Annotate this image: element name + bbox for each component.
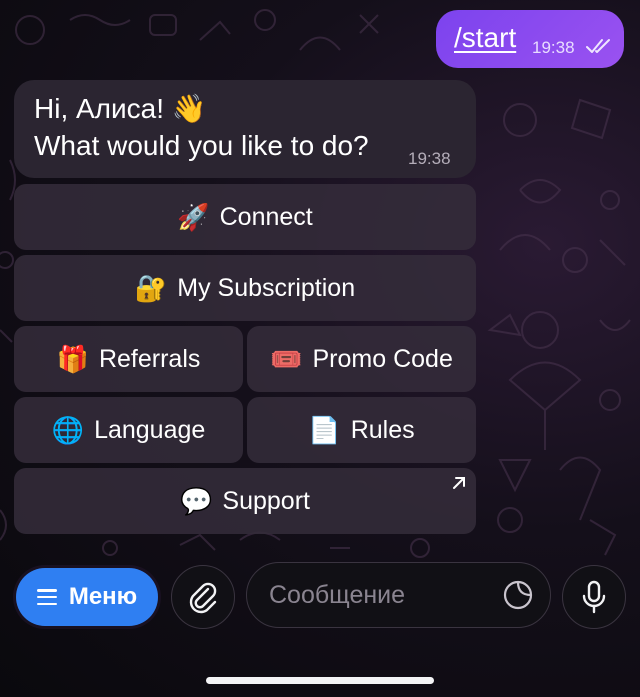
- gift-icon: 🎁: [56, 343, 89, 374]
- promo-code-label: Promo Code: [312, 344, 453, 373]
- language-label: Language: [94, 415, 206, 444]
- language-button[interactable]: 🌐 Language: [14, 397, 243, 463]
- my-subscription-label: My Subscription: [177, 273, 356, 302]
- home-indicator[interactable]: [206, 677, 434, 684]
- rocket-icon: 🚀: [177, 201, 210, 232]
- greeting-text: Hi, Алиса! 👋: [34, 93, 207, 124]
- paperclip-icon: [189, 582, 217, 614]
- microphone-icon: [582, 580, 606, 614]
- globe-icon: 🌐: [51, 414, 85, 445]
- connect-button[interactable]: 🚀 Connect: [14, 184, 476, 250]
- speech-bubble-icon: 💬: [180, 485, 213, 516]
- support-button[interactable]: 💬 Support: [14, 468, 476, 534]
- message-field[interactable]: [246, 562, 551, 628]
- sticker-icon[interactable]: [502, 579, 534, 611]
- hamburger-icon: [36, 589, 57, 605]
- rules-button[interactable]: 📄 Rules: [247, 397, 476, 463]
- incoming-timestamp: 19:38: [408, 149, 451, 168]
- ticket-icon: 🎟️: [270, 343, 303, 374]
- attach-button[interactable]: [171, 565, 235, 629]
- referrals-label: Referrals: [98, 344, 201, 373]
- referrals-button[interactable]: 🎁 Referrals: [14, 326, 243, 392]
- incoming-message: Hi, Алиса! 👋 What would you like to do? …: [14, 80, 476, 178]
- menu-button[interactable]: Меню: [16, 568, 158, 626]
- promo-code-button[interactable]: 🎟️ Promo Code: [247, 326, 476, 392]
- rules-label: Rules: [350, 415, 415, 444]
- document-icon: 📄: [308, 414, 341, 445]
- outgoing-message: /start 19:38: [436, 10, 624, 68]
- double-check-icon: [586, 39, 610, 53]
- connect-label: Connect: [219, 202, 313, 231]
- outgoing-timestamp: 19:38: [532, 38, 575, 57]
- menu-label: Меню: [68, 583, 138, 610]
- external-link-arrow-icon: [453, 477, 465, 489]
- voice-message-button[interactable]: [562, 565, 626, 629]
- prompt-text: What would you like to do?: [34, 130, 369, 161]
- message-input[interactable]: [267, 577, 491, 613]
- lock-key-icon: 🔐: [134, 272, 168, 303]
- my-subscription-button[interactable]: 🔐 My Subscription: [14, 255, 476, 321]
- support-label: Support: [222, 486, 310, 515]
- start-command-link[interactable]: /start: [454, 22, 516, 54]
